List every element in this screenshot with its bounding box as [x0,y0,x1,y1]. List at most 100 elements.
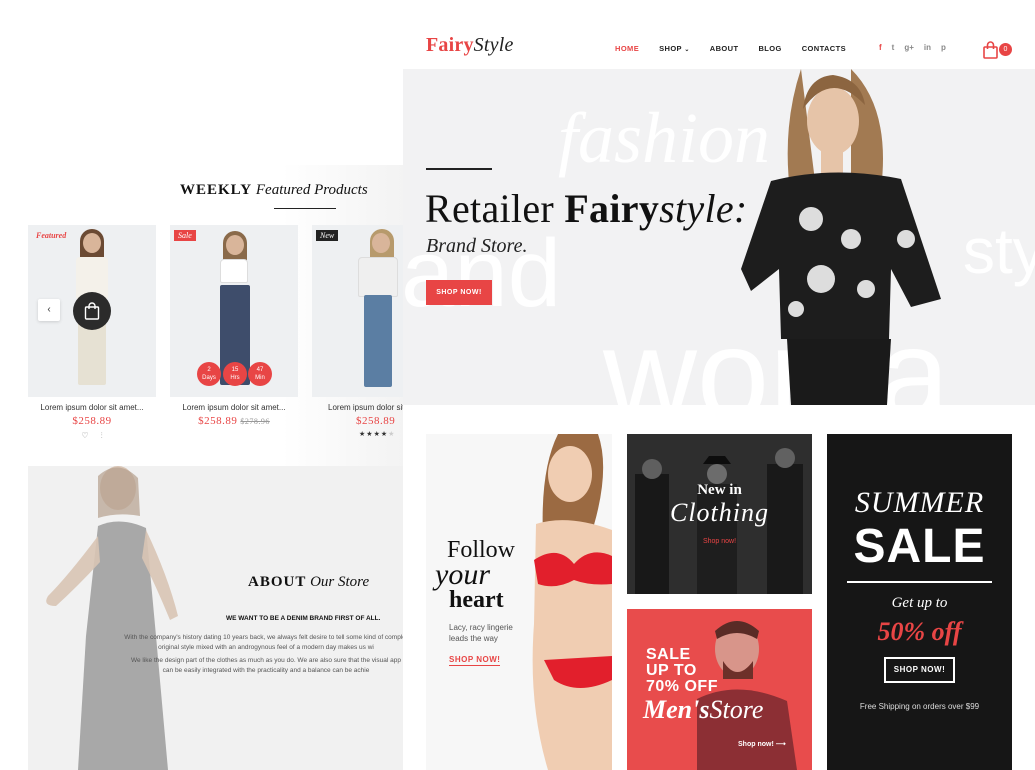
product-card[interactable]: New Lorem ipsum dolor sit amet... $258.8… [312,225,403,438]
mens-sale-text: SALE UP TO 70% OFF [646,647,718,695]
countdown-value: 15 [231,367,239,373]
countdown-unit: 15 Hrs [223,362,247,386]
social-links: f t g+ in p [879,43,956,52]
linkedin-icon[interactable]: in [924,43,931,52]
hero-title-italic: style: [659,186,748,231]
weekly-title-bold: WEEKLY [180,182,253,198]
hero-title-regular: Retailer [425,186,565,231]
lingerie-model-image [532,434,612,770]
nav-home[interactable]: HOME [615,44,639,53]
mens-store-italic: Store [709,695,764,724]
summer-discount: 50% off [877,617,962,646]
promo-summer-sale: SUMMER SALE Get up to 50% off SHOP NOW! … [827,434,1012,770]
about-title: ABOUT Our Store [248,574,369,591]
product-price: $258.89 [356,415,396,427]
chevron-down-icon: ⌄ [684,47,690,53]
product-name[interactable]: Lorem ipsum dolor sit amet... [28,403,156,412]
heart-icon[interactable]: ♡ [81,431,88,440]
new-badge: New [316,230,339,241]
slider-prev-button[interactable]: ‹ [38,299,60,321]
sale-badge: Sale [174,230,196,241]
countdown-value: 2 [207,367,211,373]
google-plus-icon[interactable]: g+ [904,43,914,52]
about-paragraph-line: We like the design part of the clothes a… [130,657,402,664]
about-section: ABOUT Our Store WE WANT TO BE A DENIM BR… [28,466,403,770]
hero-subtitle: Brand Store. [426,235,528,257]
chevron-left-icon: ‹ [47,304,51,315]
summer-title-line-1: SUMMER [854,486,985,519]
follow-shop-now-link[interactable]: SHOP NOW! [449,655,501,666]
nav-about[interactable]: ABOUT [710,44,739,53]
hero-bg-word: fashion [558,98,771,178]
product-image[interactable]: New [312,225,403,397]
countdown-label: Hrs [230,375,240,381]
summer-divider [847,581,992,583]
featured-badge: Featured [36,231,67,240]
star-icon: ★ [373,431,381,438]
main-nav: HOME SHOP ⌄ ABOUT BLOG CONTACTS [615,44,866,53]
about-model-image [46,466,178,770]
promo-new-clothing[interactable]: New in Clothing Shop now! [627,434,812,594]
countdown-value: 47 [256,367,264,373]
front-page: FairyStyle HOME SHOP ⌄ ABOUT BLOG CONTAC… [403,0,1035,770]
hero-title-bold: Fairy [564,186,660,231]
clothing-title-line-1: New in [697,482,742,498]
weekly-title-italic: Featured Products [255,182,368,198]
mens-sale-line-1: SALE [646,646,691,663]
weekly-title-divider [274,208,336,209]
promo-lingerie[interactable]: Follow your heart Lacy, racy lingerie le… [426,434,612,770]
old-price: $278.96 [240,417,270,426]
nav-shop[interactable]: SHOP ⌄ [659,44,690,53]
about-title-bold: ABOUT [248,574,307,590]
about-paragraph-line: original style mixed with an androgynous… [158,644,374,651]
compare-icon[interactable]: ⫶ [101,431,103,440]
product-price: $258.89 $278.96 [198,415,270,427]
product-name[interactable]: Lorem ipsum dolor sit amet... [312,403,403,412]
back-page-preview: WEEKLY Featured Products Featured Lorem … [0,0,403,770]
countdown-unit: 2 Days [197,362,221,386]
about-paragraph-line: With the company's history dating 10 yea… [124,634,403,641]
star-icon: ★ [388,431,396,438]
twitter-icon[interactable]: t [892,43,895,52]
summer-get-up-to: Get up to [891,595,948,611]
nav-blog[interactable]: BLOG [758,44,781,53]
shopping-bag-icon [84,302,100,320]
summer-title-line-2: SALE [853,520,986,573]
product-card[interactable]: Featured Lorem ipsum dolor sit amet... $… [28,225,156,441]
hero-banner: fashion and woma sty Retailer Fairystyle… [403,69,1035,405]
promo-mens-store[interactable]: SALE UP TO 70% OFF Men'sStore Shop now! … [627,609,812,770]
star-icon: ★ [366,431,374,438]
cart-icon[interactable] [981,40,1001,60]
site-header: FairyStyle HOME SHOP ⌄ ABOUT BLOG CONTAC… [403,0,1035,69]
mens-sale-line-3: 70% OFF [646,678,718,695]
pinterest-icon[interactable]: p [941,43,946,52]
hero-shop-now-button[interactable]: SHOP NOW! [426,280,492,305]
clothing-shop-now-link[interactable]: Shop now! [627,538,812,545]
hero-divider [426,168,492,170]
logo-part-1: Fairy [426,34,474,56]
summer-shop-now-button[interactable]: SHOP NOW! [884,657,955,683]
about-subtitle: WE WANT TO BE A DENIM BRAND FIRST OF ALL… [226,615,381,622]
product-price: $258.89 [72,415,112,427]
mens-store-bold: Men's [643,695,710,724]
mens-shop-now-link[interactable]: Shop now! ⟶ [738,740,786,748]
countdown-label: Days [202,375,216,381]
product-card[interactable]: Sale Lorem ipsum dolor sit amet... $258.… [170,225,298,427]
summer-shipping-note: Free Shipping on orders over $99 [859,702,980,711]
facebook-icon[interactable]: f [879,43,882,52]
product-rating: ★★★★★ [312,430,403,438]
logo-part-2: Style [473,34,514,56]
nav-contacts[interactable]: CONTACTS [802,44,846,53]
mens-store-title: Men'sStore [643,695,763,725]
arrow-right-icon: ⟶ [775,741,786,748]
weekly-featured-title: WEEKLY Featured Products [180,182,420,199]
product-name[interactable]: Lorem ipsum dolor sit amet... [170,403,298,412]
countdown-unit: 47 Min [248,362,272,386]
hero-bg-word: sty [963,215,1035,287]
hero-model-image [741,69,941,405]
add-to-cart-button[interactable] [73,292,111,330]
clothing-title-line-2: Clothing [669,498,769,527]
site-logo[interactable]: FairyStyle [426,34,514,57]
follow-description: Lacy, racy lingerie leads the way [449,623,513,643]
about-paragraph-line: can be easily integrated with the practi… [162,667,370,674]
